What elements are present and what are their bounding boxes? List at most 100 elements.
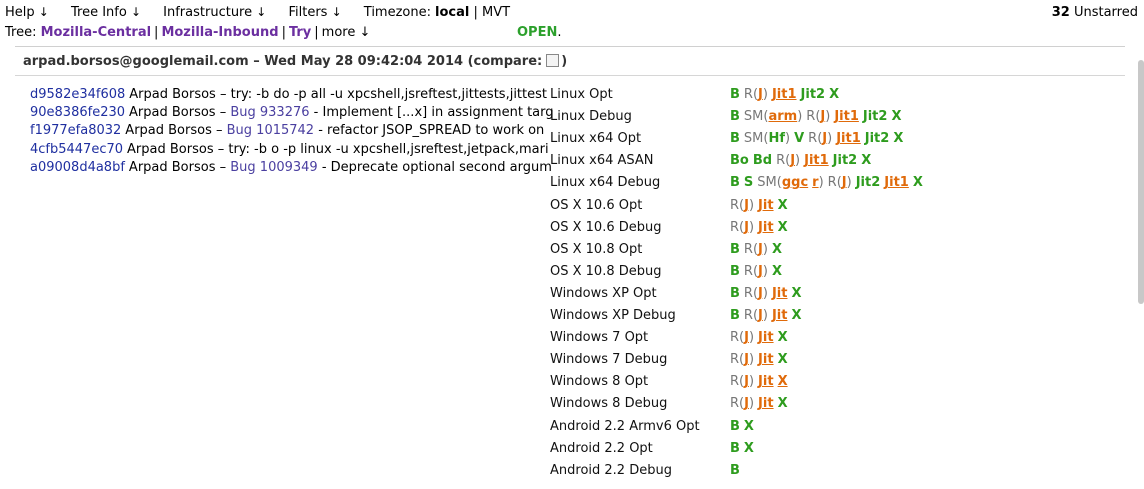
bug-link[interactable]: Bug 933276	[230, 105, 313, 120]
help-menu[interactable]: Help ↓	[5, 5, 49, 20]
job-success[interactable]: X	[791, 286, 801, 301]
revision-author: Arpad Borsos –	[129, 105, 231, 121]
job-success[interactable]: B	[730, 419, 740, 434]
tree-separator: |	[281, 25, 286, 40]
job-success[interactable]: B	[730, 131, 740, 146]
job-success[interactable]: V	[794, 131, 804, 146]
job-success[interactable]: X	[778, 220, 788, 235]
platform-name: OS X 10.8 Opt	[550, 241, 643, 257]
timezone-mvt[interactable]: MVT	[482, 5, 510, 20]
job-warning[interactable]: Jit	[758, 220, 774, 235]
job-success[interactable]: Bo	[730, 153, 749, 168]
job-success[interactable]: B	[730, 242, 740, 257]
job-success[interactable]: X	[772, 264, 782, 279]
job-warning[interactable]: ggc	[782, 175, 808, 190]
job-group-label: SM	[757, 175, 777, 191]
job-success[interactable]: B	[730, 441, 740, 456]
job-list: B R(J) Jit1 Jit2 X	[730, 87, 843, 102]
job-success[interactable]: Jit2	[801, 87, 826, 102]
job-success[interactable]: X	[893, 131, 903, 146]
push-author[interactable]: arpad.borsos@googlemail.com	[23, 54, 249, 69]
tree-link-mozilla-inbound[interactable]: Mozilla-Inbound	[161, 25, 278, 40]
job-warning[interactable]: Jit1	[772, 87, 797, 102]
job-success[interactable]: Jit2	[863, 109, 888, 124]
job-success[interactable]: B	[730, 463, 740, 478]
revision-hash-link[interactable]: d9582e34f608	[30, 87, 125, 102]
job-warning[interactable]: X	[778, 374, 788, 389]
revision-hash-link[interactable]: a09008d4a8bf	[30, 160, 125, 175]
job-warning[interactable]: Jit	[758, 198, 774, 213]
job-success[interactable]: X	[829, 87, 839, 102]
job-list: B S SM(ggc r) R(J) Jit2 Jit1 X	[730, 175, 927, 190]
job-success[interactable]: X	[778, 330, 788, 345]
bug-link[interactable]: Bug 1015742	[227, 123, 319, 138]
more-trees-menu[interactable]: more ↓	[322, 25, 371, 40]
job-success[interactable]: B	[730, 109, 740, 124]
job-warning[interactable]: Jit	[758, 396, 774, 411]
down-arrow-icon: ↓	[331, 5, 342, 19]
job-success[interactable]: X	[744, 441, 754, 456]
tree-link-mozilla-central[interactable]: Mozilla-Central	[41, 25, 151, 40]
job-warning[interactable]: arm	[768, 109, 797, 124]
job-success[interactable]: B	[730, 308, 740, 323]
job-group-paren: )	[748, 197, 755, 213]
revision-hash-link[interactable]: 90e8386fe230	[30, 105, 125, 120]
revision-hash-link[interactable]: f1977efa8032	[30, 123, 121, 138]
job-warning[interactable]: Jit1	[884, 175, 909, 190]
job-warning[interactable]: Jit1	[834, 109, 859, 124]
bug-link[interactable]: Bug 1009349	[230, 160, 322, 175]
revision-row: f1977efa8032 Arpad Borsos – Bug 1015742 -…	[30, 123, 555, 141]
job-success[interactable]: B	[730, 286, 740, 301]
platform-name: OS X 10.6 Opt	[550, 197, 643, 213]
job-group-label: R	[730, 219, 740, 235]
job-success[interactable]: B	[730, 264, 740, 279]
job-warning[interactable]: Jit	[758, 374, 774, 389]
push-date[interactable]: Wed May 28 09:42:04 2014	[264, 54, 463, 69]
job-warning[interactable]: Jit	[758, 352, 774, 367]
job-warning[interactable]: Jit1	[804, 153, 829, 168]
platform-name: OS X 10.8 Debug	[550, 263, 662, 279]
compare-checkbox[interactable]	[546, 54, 560, 67]
job-success[interactable]: X	[861, 153, 871, 168]
job-success[interactable]: X	[913, 175, 923, 190]
platform-row: Windows XP Debug B R(J) Jit X	[550, 308, 806, 323]
job-success[interactable]: X	[778, 198, 788, 213]
vertical-scrollbar[interactable]	[1138, 60, 1144, 304]
job-success[interactable]: B	[730, 175, 740, 190]
job-success[interactable]: Jit2	[865, 131, 890, 146]
job-warning[interactable]: Jit1	[836, 131, 861, 146]
job-success[interactable]: X	[772, 242, 782, 257]
job-success[interactable]: X	[744, 419, 754, 434]
timezone-local[interactable]: local	[435, 5, 469, 20]
tree-link-try[interactable]: Try	[289, 25, 311, 40]
job-warning[interactable]: Jit	[772, 286, 788, 301]
job-success[interactable]: Hf	[768, 131, 785, 146]
tree-info-menu[interactable]: Tree Info ↓	[71, 5, 141, 20]
revision-hash-link[interactable]: 4cfb5447ec70	[30, 142, 123, 157]
job-success[interactable]: Jit2	[856, 175, 881, 190]
job-group-label: R	[730, 374, 740, 390]
filters-menu[interactable]: Filters ↓	[288, 5, 341, 20]
job-warning[interactable]: J	[842, 175, 847, 190]
down-arrow-icon: ↓	[38, 5, 49, 19]
platform-name: Windows XP Debug	[550, 308, 676, 323]
job-warning[interactable]: Jit	[772, 308, 788, 323]
filters-menu-label: Filters	[288, 5, 328, 20]
job-success[interactable]: X	[791, 308, 801, 323]
job-warning[interactable]: Jit	[758, 330, 774, 345]
infrastructure-menu[interactable]: Infrastructure ↓	[163, 5, 266, 20]
job-success[interactable]: S	[744, 175, 753, 190]
job-success[interactable]: X	[778, 352, 788, 367]
revision-author: Arpad Borsos –	[127, 141, 229, 157]
job-success[interactable]: X	[891, 109, 901, 124]
revision-message: try: -b o -p linux -u xpcshell,jsreftest…	[228, 141, 549, 157]
compare-close: )	[561, 54, 568, 69]
push-dash: –	[253, 54, 260, 69]
job-warning[interactable]: r	[812, 175, 818, 190]
job-success[interactable]: X	[778, 396, 788, 411]
job-success[interactable]: B	[730, 87, 740, 102]
job-success[interactable]: Bd	[753, 153, 772, 168]
job-success[interactable]: Jit2	[833, 153, 858, 168]
unstarred-counter[interactable]: 32 Unstarred	[1052, 5, 1138, 20]
tree-status[interactable]: OPEN.	[517, 25, 561, 40]
